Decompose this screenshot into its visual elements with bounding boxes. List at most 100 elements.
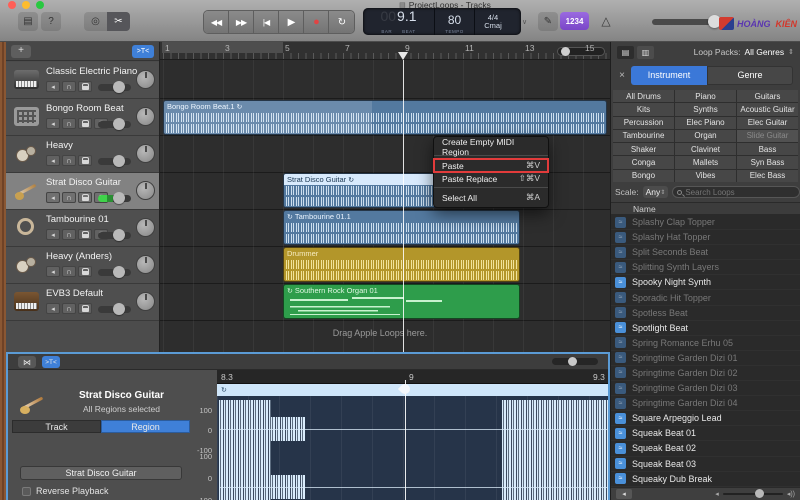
scale-dropdown[interactable]: Any ⇕ — [642, 186, 669, 198]
loop-list-item[interactable]: ≈ Square Arpeggio Lead — [611, 411, 800, 426]
instrument-filter-button[interactable]: Mallets — [675, 156, 736, 169]
search-input[interactable] — [685, 187, 796, 197]
track-row[interactable]: Classic Electric Piano — [6, 62, 159, 99]
waveform-editor[interactable]: 8.3 9 9.3 ↻ — [217, 370, 608, 500]
play-button[interactable]: ▶ — [279, 11, 304, 33]
editor-tab[interactable]: Track — [12, 420, 101, 433]
pan-knob[interactable] — [136, 70, 155, 89]
loop-list-name-header[interactable]: Name — [611, 202, 800, 215]
instrument-filter-button[interactable]: All Drums — [613, 90, 674, 103]
pan-knob[interactable] — [136, 255, 155, 274]
instrument-filter-button[interactable]: Organ — [675, 129, 736, 143]
instrument-filter-button[interactable]: Synths — [675, 103, 736, 116]
tuner-button[interactable]: ✎ — [538, 12, 558, 31]
instrument-filter-button[interactable]: Elec Guitar — [737, 116, 798, 129]
instrument-filter-button[interactable]: Elec Piano — [675, 116, 736, 129]
track-filter-button[interactable]: >T< — [132, 44, 154, 58]
solo-button[interactable] — [62, 81, 76, 92]
solo-button[interactable] — [62, 266, 76, 277]
region-name-button[interactable]: Strat Disco Guitar — [20, 466, 182, 480]
instrument-filter-button[interactable]: Bass — [737, 143, 798, 156]
solo-button[interactable] — [62, 155, 76, 166]
solo-button[interactable] — [62, 118, 76, 129]
loop-list-item[interactable]: ≈ Splashy Hat Topper — [611, 230, 800, 245]
track-volume-slider[interactable] — [98, 229, 131, 241]
mute-button[interactable] — [46, 303, 60, 314]
loop-list-item[interactable]: ≈ Spotless Beat — [611, 306, 800, 321]
mute-button[interactable] — [46, 229, 60, 240]
context-menu-item[interactable] — [434, 187, 548, 189]
lock-button[interactable] — [78, 229, 92, 240]
instrument-filter-button[interactable]: Clavinet — [675, 143, 736, 156]
count-in-button[interactable]: 1234 — [560, 12, 589, 30]
loop-list-item[interactable]: ≈ Springtime Garden Dizi 02 — [611, 366, 800, 381]
add-track-button[interactable]: + — [11, 44, 31, 58]
editor-filter-button[interactable]: >T< — [42, 356, 60, 368]
search-box[interactable] — [672, 186, 800, 198]
track-row[interactable]: EVB3 Default — [6, 284, 159, 321]
minimize-window-button[interactable] — [22, 1, 30, 9]
loop-list-item[interactable]: ≈ Squeaky Dub Break — [611, 472, 800, 487]
instrument-filter-button[interactable]: Conga — [613, 156, 674, 169]
editor-tab[interactable]: Region — [101, 420, 190, 433]
instrument-filter-button[interactable]: Percussion — [613, 116, 674, 129]
track-row[interactable]: Heavy — [6, 136, 159, 173]
go-to-beginning-button[interactable]: |◀ — [254, 11, 279, 33]
editor-region-strip[interactable]: ↻ — [217, 384, 608, 396]
solo-button[interactable] — [62, 192, 76, 203]
region[interactable]: ↻ Drummer — [283, 247, 520, 282]
cycle-range[interactable] — [162, 42, 283, 53]
record-button[interactable]: ● — [304, 11, 329, 33]
loop-list-item[interactable]: ≈ Spring Romance Erhu 05 — [611, 336, 800, 351]
instrument-filter-button[interactable]: Syn Bass — [737, 156, 798, 169]
lcd-chevron-icon[interactable]: ∨ — [522, 18, 527, 26]
mute-button[interactable] — [46, 118, 60, 129]
editors-button[interactable]: ✂ — [107, 12, 130, 31]
forward-button[interactable]: ▶▶ — [229, 11, 254, 33]
loop-list-item[interactable]: ≈ Spooky Night Synth — [611, 275, 800, 290]
lock-button[interactable] — [78, 155, 92, 166]
mute-button[interactable] — [46, 192, 60, 203]
close-filters-button[interactable]: × — [613, 66, 631, 84]
lock-button[interactable] — [78, 118, 92, 129]
preview-volume-slider[interactable] — [722, 489, 783, 498]
instrument-filter-button[interactable]: Kits — [613, 103, 674, 116]
playhead-marker[interactable] — [398, 52, 408, 60]
track-row[interactable]: Tambourine 01 — [6, 210, 159, 247]
preview-speaker-button[interactable]: ◂ — [616, 489, 632, 499]
mute-button[interactable] — [46, 155, 60, 166]
track-row[interactable]: Heavy (Anders) — [6, 247, 159, 284]
zoom-window-button[interactable] — [36, 1, 44, 9]
pan-knob[interactable] — [136, 218, 155, 237]
track-volume-slider[interactable] — [98, 192, 131, 204]
instrument-filter-button[interactable]: Vibes — [675, 169, 736, 182]
context-menu-item[interactable]: Paste Replace ⇧⌘V — [434, 172, 548, 185]
master-volume-slider[interactable] — [652, 15, 721, 28]
loop-list-item[interactable]: ≈ Squeak Beat 01 — [611, 426, 800, 441]
mute-button[interactable] — [46, 81, 60, 92]
loop-list-item[interactable]: ≈ Sporadic Hit Topper — [611, 290, 800, 305]
reverse-playback-checkbox[interactable] — [22, 486, 31, 496]
loop-list-item[interactable]: ≈ Squeak Beat 03 — [611, 457, 800, 472]
context-menu-item[interactable]: Paste ⌘V — [433, 158, 549, 173]
context-menu-item[interactable]: Select All ⌘A — [434, 191, 548, 204]
loop-list-item[interactable]: ≈ Spotlight Beat — [611, 321, 800, 336]
timeline-zoom-slider[interactable] — [558, 47, 604, 56]
loop-list-item[interactable]: ≈ Squeak Beat 02 — [611, 441, 800, 456]
mute-button[interactable] — [46, 266, 60, 277]
track-row[interactable]: Strat Disco Guitar — [6, 173, 159, 210]
region[interactable]: ↻ Bongo Room Beat.1 — [163, 100, 607, 135]
editor-ruler[interactable]: 8.3 9 9.3 — [217, 370, 608, 384]
lcd-display[interactable]: 00 9.1 BAR BEAT 80 TEMPO 4/4 Cmaj — [363, 8, 521, 35]
loop-packs-dropdown[interactable]: Loop Packs: All Genres ⇕ — [694, 47, 794, 57]
lock-button[interactable] — [78, 81, 92, 92]
smart-controls-button[interactable]: ◎ — [84, 12, 107, 31]
track-volume-slider[interactable] — [98, 81, 131, 93]
pan-knob[interactable] — [136, 292, 155, 311]
pan-knob[interactable] — [136, 144, 155, 163]
instrument-filter-button[interactable]: Guitars — [737, 90, 798, 103]
instrument-filter-button[interactable]: Acoustic Guitar — [737, 103, 798, 116]
rewind-button[interactable]: ◀◀ — [204, 11, 229, 33]
track-volume-slider[interactable] — [98, 155, 131, 167]
instrument-filter-button[interactable]: Elec Bass — [737, 169, 798, 182]
